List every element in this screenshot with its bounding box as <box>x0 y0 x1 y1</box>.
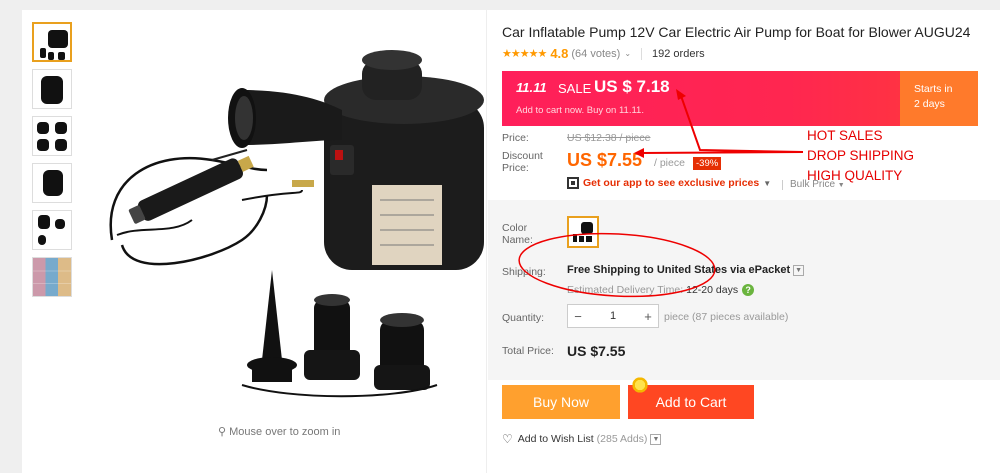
discount-badge: -39% <box>693 157 722 170</box>
rating-row: ★★★★★ 4.8 (64 votes) ⌄ 192 orders <box>502 46 705 61</box>
quantity-label: Quantity: <box>502 312 545 324</box>
starts-in-panel: Starts in 2 days <box>900 71 978 126</box>
shipping-text: Free Shipping to United States via ePack… <box>567 264 791 276</box>
thumbnail-2[interactable] <box>32 69 72 109</box>
availability-text: piece (87 pieces available) <box>664 311 789 323</box>
promo-line2: DROP SHIPPING <box>807 148 915 163</box>
promo-annotation: HOT SALES DROP SHIPPING HIGH QUALITY <box>807 126 914 186</box>
wishlist-link[interactable]: ♡ Add to Wish List (285 Adds) ▼ <box>502 432 662 446</box>
app-promo-link[interactable]: Get our app to see exclusive prices ▼ <box>567 177 771 189</box>
starts-value: 2 days <box>914 98 945 110</box>
per-piece: / piece <box>654 157 685 169</box>
thumbnail-6[interactable] <box>32 257 72 297</box>
pump-thumbnail-icon <box>573 222 593 242</box>
wishlist-text: Add to Wish List <box>517 433 594 445</box>
star-rating-icon: ★★★★★ <box>502 48 547 60</box>
discount-label-line1: Discount <box>502 150 543 162</box>
cart-note: Add to cart now. Buy on 11.11. <box>516 105 644 116</box>
wishlist-count: (285 Adds) <box>596 433 648 445</box>
thumbnail-list <box>32 22 76 304</box>
rating-score: 4.8 <box>550 46 569 61</box>
product-image <box>109 50 484 398</box>
delivery-estimate: Estimated Delivery Time: 12-20 days ? <box>567 284 755 296</box>
qr-code-icon <box>567 177 579 189</box>
total-label: Total Price: <box>502 345 554 357</box>
promo-line3: HIGH QUALITY <box>807 168 903 183</box>
sale-banner: 11.11 SALE US $ 7.18 Add to cart now. Bu… <box>502 71 978 126</box>
thumbnail-3[interactable] <box>32 116 72 156</box>
separator <box>641 47 643 60</box>
magnifier-icon: ⚲ <box>218 426 227 438</box>
discount-label-line2: Price: <box>502 162 529 174</box>
thumbnail-5[interactable] <box>32 210 72 250</box>
promo-line1: HOT SALES <box>807 128 883 143</box>
eta-label: Estimated Delivery Time: <box>567 284 684 296</box>
caret-down-icon: ▼ <box>763 178 772 188</box>
starts-label: Starts in <box>914 83 953 95</box>
shipping-label: Shipping: <box>502 266 546 278</box>
divider <box>486 10 487 473</box>
app-promo-text: Get our app to see exclusive prices <box>583 177 760 189</box>
heart-icon: ♡ <box>502 432 513 446</box>
help-icon[interactable]: ? <box>742 284 755 296</box>
decrement-button[interactable]: − <box>568 309 588 324</box>
product-page: ⚲ Mouse over to zoom in Car Inflatable P… <box>22 10 1000 473</box>
votes-link[interactable]: (64 votes) <box>571 48 620 60</box>
discount-price: US $7.55 <box>567 150 643 170</box>
price-label: Price: <box>502 132 529 144</box>
sparkle-icon <box>631 376 649 394</box>
product-title: Car Inflatable Pump 12V Car Electric Air… <box>502 24 971 40</box>
event-tag: 11.11 <box>516 80 547 95</box>
color-label: Color Name: <box>502 222 533 246</box>
color-label-line1: Color <box>502 222 528 234</box>
shipping-selector[interactable]: Free Shipping to United States via ePack… <box>567 264 805 276</box>
thumbnail-1[interactable] <box>32 22 72 62</box>
color-option[interactable] <box>567 216 599 248</box>
chevron-down-icon[interactable]: ⌄ <box>624 49 631 58</box>
zoom-hint: ⚲ Mouse over to zoom in <box>218 425 340 438</box>
quantity-stepper[interactable]: − 1 + <box>567 304 659 328</box>
total-price: US $7.55 <box>567 343 626 359</box>
thumbnail-4[interactable] <box>32 163 72 203</box>
eta-days: 12-20 days <box>686 284 739 296</box>
sale-price: US $ 7.18 <box>594 77 670 96</box>
zoom-hint-text: Mouse over to zoom in <box>229 426 341 438</box>
color-label-line2: Name: <box>502 234 533 246</box>
quantity-input[interactable]: 1 <box>610 310 616 322</box>
buy-now-button[interactable]: Buy Now <box>502 385 620 419</box>
sale-label: SALE <box>558 81 592 96</box>
original-price: US $12.38 / piece <box>567 132 651 144</box>
chevron-down-icon[interactable]: ▼ <box>650 433 662 445</box>
increment-button[interactable]: + <box>638 309 658 324</box>
orders-count: 192 orders <box>652 47 705 60</box>
discount-label: Discount Price: <box>502 150 543 174</box>
chevron-down-icon[interactable]: ▼ <box>793 264 805 276</box>
